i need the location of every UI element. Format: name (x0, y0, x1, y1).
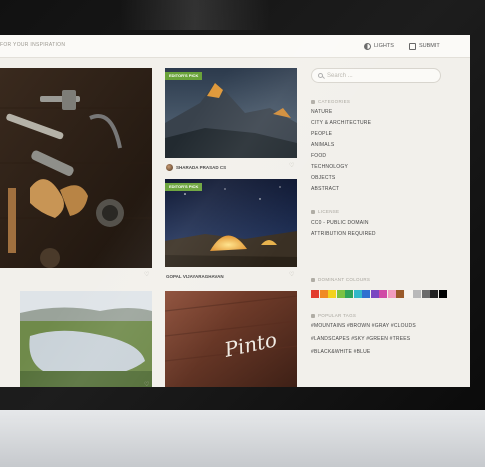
upload-icon (409, 42, 416, 50)
tools-photo[interactable] (0, 68, 152, 268)
avatar[interactable] (166, 163, 173, 171)
colour-swatch[interactable] (404, 290, 413, 298)
like-heart-icon[interactable]: ♡ (289, 271, 294, 278)
browser-screen: FOR YOUR INSPIRATION LIGHTS SUBMIT ♡ ♡ E… (0, 35, 470, 387)
editors-pick-badge: EDITOR'S PICK (165, 183, 203, 191)
photo-caption: SHARADA PRASAD CS (166, 162, 226, 172)
category-city-architecture[interactable]: CITY & ARCHITECTURE (311, 120, 371, 126)
tag[interactable]: #BLACK&WHITE (311, 349, 352, 355)
tag[interactable]: #MOUNTAINS (311, 323, 345, 329)
category-abstract[interactable]: ABSTRACT (311, 186, 339, 192)
colour-swatches (311, 290, 447, 298)
wood-sign-photo[interactable]: Pinto (165, 291, 297, 387)
category-technology[interactable]: TECHNOLOGY (311, 164, 348, 170)
colour-swatch[interactable] (438, 290, 447, 298)
category-people[interactable]: PEOPLE (311, 131, 332, 137)
lights-label: LIGHTS (374, 43, 394, 49)
bezel-glare (120, 0, 270, 30)
search-icon (318, 73, 323, 78)
tags-heading: POPULAR TAGS (311, 313, 356, 318)
tag[interactable]: #GREEN (366, 336, 388, 342)
filter-sidebar: Search ... CATEGORIES NATURE CITY & ARCH… (305, 65, 470, 387)
like-heart-icon[interactable]: ♡ (144, 271, 149, 278)
colours-heading: DOMINANT COLOURS (311, 277, 370, 282)
colour-swatch[interactable] (413, 290, 421, 298)
tags-heading-label: POPULAR TAGS (318, 313, 357, 318)
tag[interactable]: #BROWN (347, 323, 370, 329)
search-input[interactable]: Search ... (311, 68, 441, 83)
categories-heading: CATEGORIES (311, 99, 350, 104)
category-food[interactable]: FOOD (311, 153, 326, 159)
submit-button[interactable]: SUBMIT (409, 40, 440, 52)
colour-swatch[interactable] (421, 290, 430, 298)
license-cc0[interactable]: CC0 - PUBLIC DOMAIN (311, 220, 369, 226)
colour-swatch[interactable] (319, 290, 328, 298)
search-placeholder: Search ... (327, 72, 353, 79)
author-name[interactable]: GOPAL VIJAYARAGHAVAN (166, 274, 224, 279)
colour-swatch[interactable] (379, 290, 387, 298)
tag[interactable]: #SKY (351, 336, 365, 342)
author-name[interactable]: SHARADA PRASAD CS (176, 165, 226, 170)
tagline: FOR YOUR INSPIRATION (0, 42, 66, 48)
colour-swatch[interactable] (311, 290, 319, 298)
colour-swatch[interactable] (353, 290, 362, 298)
category-animals[interactable]: ANIMALS (311, 142, 334, 148)
tag[interactable]: #TREES (390, 336, 411, 342)
top-bar: FOR YOUR INSPIRATION LIGHTS SUBMIT (0, 35, 470, 58)
tag[interactable]: #CLOUDS (391, 323, 416, 329)
categories-icon (311, 99, 315, 104)
colour-swatch[interactable] (328, 290, 336, 298)
half-circle-icon (364, 42, 371, 50)
tag[interactable]: #BLUE (354, 349, 371, 355)
tent-photo[interactable]: EDITOR'S PICK (165, 179, 297, 267)
colour-swatch[interactable] (336, 290, 345, 298)
lights-toggle[interactable]: LIGHTS (364, 40, 394, 52)
tag[interactable]: #LANDSCAPES (311, 336, 350, 342)
license-attribution[interactable]: ATTRIBUTION REQUIRED (311, 231, 376, 237)
colour-swatch[interactable] (430, 290, 438, 298)
lake-photo[interactable] (20, 291, 152, 387)
editors-pick-badge: EDITOR'S PICK (165, 72, 203, 80)
tag-icon (311, 313, 315, 318)
license-heading: LICENSE (311, 209, 339, 214)
license-heading-label: LICENSE (318, 209, 340, 214)
colour-swatch[interactable] (345, 290, 353, 298)
colour-swatch[interactable] (387, 290, 396, 298)
colour-swatch[interactable] (370, 290, 379, 298)
license-icon (311, 209, 315, 214)
like-heart-icon[interactable]: ♡ (144, 381, 149, 387)
colour-swatch[interactable] (362, 290, 370, 298)
category-nature[interactable]: NATURE (311, 109, 332, 115)
mountain-photo[interactable]: EDITOR'S PICK (165, 68, 297, 158)
category-objects[interactable]: OBJECTS (311, 175, 335, 181)
desk-surface (0, 410, 485, 467)
like-heart-icon[interactable]: ♡ (289, 162, 294, 169)
photo-caption: GOPAL VIJAYARAGHAVAN (166, 271, 224, 281)
colours-heading-label: DOMINANT COLOURS (318, 277, 371, 282)
popular-tags: #MOUNTAINS #BROWN #GRAY #CLOUDS #LANDSCA… (311, 320, 451, 359)
categories-heading-label: CATEGORIES (318, 99, 351, 104)
tag[interactable]: #GRAY (372, 323, 390, 329)
colour-swatch[interactable] (396, 290, 404, 298)
submit-label: SUBMIT (419, 43, 440, 49)
drop-icon (311, 277, 315, 282)
